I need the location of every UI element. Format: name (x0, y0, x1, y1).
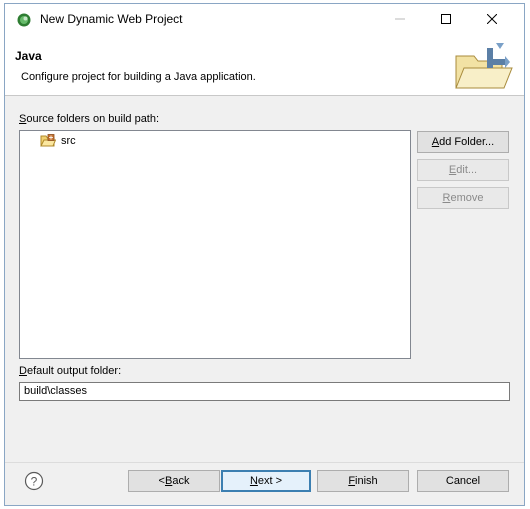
help-icon[interactable]: ? (24, 471, 44, 491)
cancel-button[interactable]: Cancel (417, 470, 509, 492)
tree-item-src[interactable]: src (40, 134, 76, 147)
footer-divider (5, 462, 524, 463)
output-folder-input[interactable]: build\classes (19, 382, 510, 401)
close-button[interactable] (469, 4, 515, 34)
finish-button[interactable]: Finish (317, 470, 409, 492)
source-folders-tree[interactable]: src (19, 130, 411, 359)
source-folders-label: Source folders on build path: (19, 113, 160, 125)
eclipse-app-icon (17, 13, 31, 27)
page-title: Java (15, 49, 42, 63)
dialog-window: New Dynamic Web Project Java Configure p… (4, 3, 525, 506)
output-folder-label: Default output folder: (19, 365, 122, 377)
edit-button[interactable]: Edit... (417, 159, 509, 181)
back-button[interactable]: < ​Back (128, 470, 220, 492)
add-folder-button[interactable]: Add Folder... (417, 131, 509, 153)
close-icon (487, 14, 497, 24)
next-button[interactable]: Next > (221, 470, 311, 492)
maximize-icon (441, 14, 451, 24)
remove-button[interactable]: Remove (417, 187, 509, 209)
minimize-button[interactable] (377, 4, 423, 34)
window-title: New Dynamic Web Project (40, 12, 183, 26)
svg-text:?: ? (31, 475, 38, 489)
tree-item-label: src (61, 134, 76, 147)
page-description: Configure project for building a Java ap… (21, 71, 256, 83)
title-bar[interactable]: New Dynamic Web Project (5, 4, 524, 34)
minimize-icon (395, 18, 405, 20)
source-folder-icon (40, 134, 56, 147)
wizard-banner: Java Configure project for building a Ja… (5, 34, 524, 96)
maximize-button[interactable] (423, 4, 469, 34)
java-project-wizard-icon (455, 43, 513, 89)
